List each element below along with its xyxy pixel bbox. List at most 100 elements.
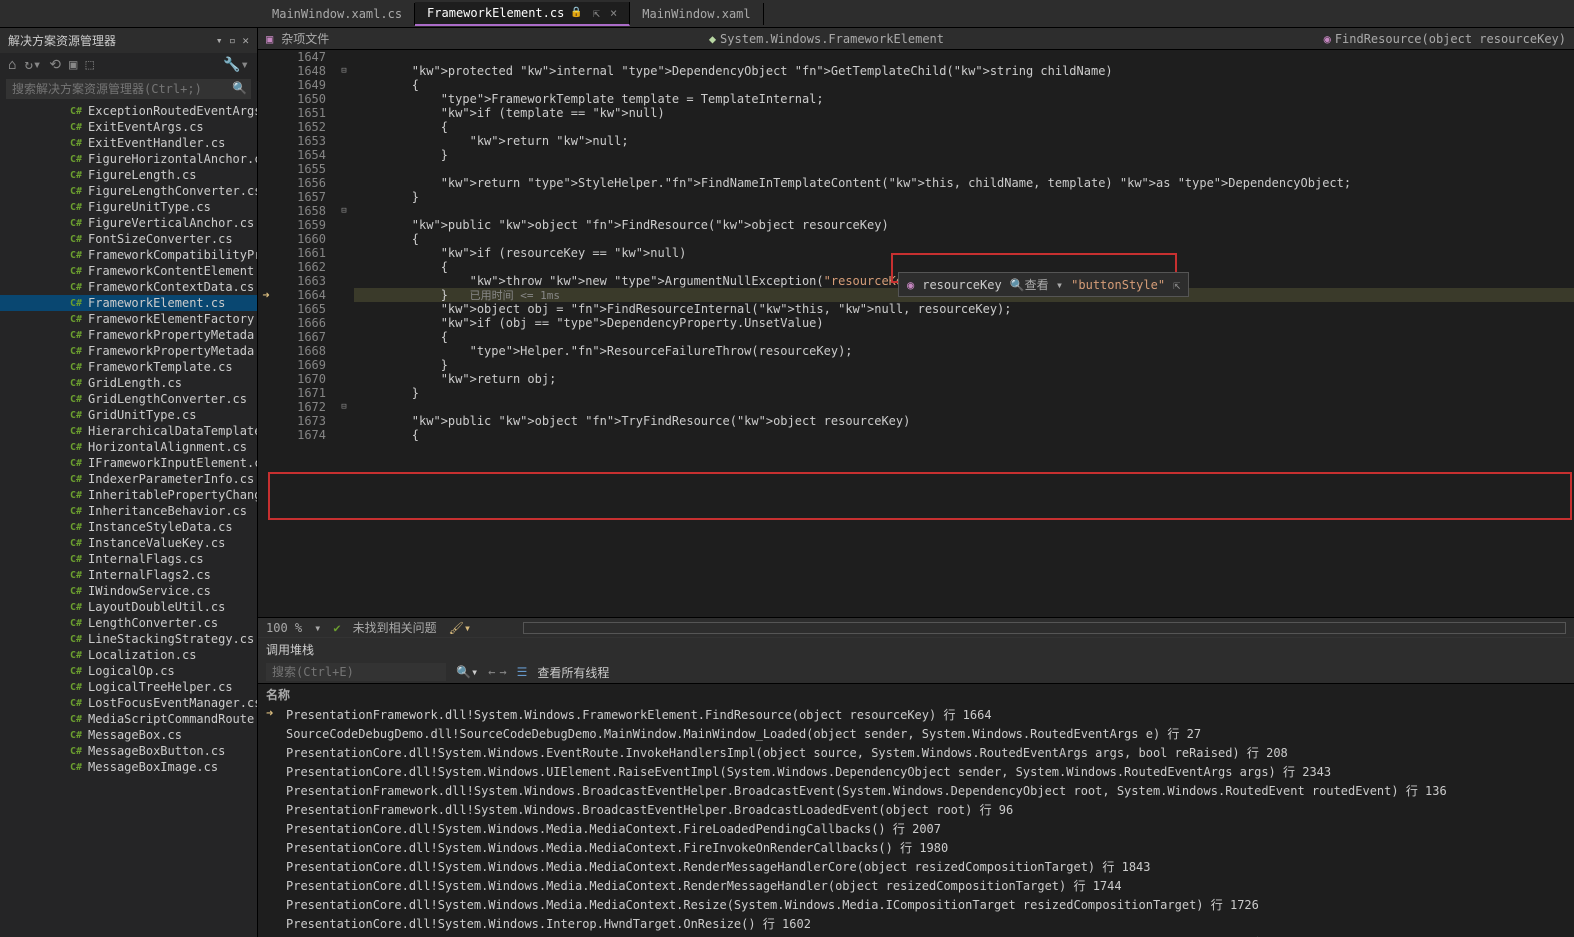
view-dropdown[interactable]: 🔍查看 ▾ [1010, 276, 1063, 293]
tab-mainwindow-cs[interactable]: MainWindow.xaml.cs [260, 3, 415, 25]
tree-file-item[interactable]: C#FrameworkElement.cs [0, 295, 257, 311]
callstack-frame[interactable]: PresentationCore.dll!System.Windows.Even… [258, 743, 1574, 762]
tree-file-item[interactable]: C#InheritablePropertyChangeI [0, 487, 257, 503]
callstack-frame[interactable]: PresentationCore.dll!System.Windows.Inte… [258, 933, 1574, 937]
code-editor[interactable]: ➜ 16471648164916501651165216531654165516… [258, 50, 1574, 617]
search-icon[interactable]: 🔍▾ [456, 665, 478, 679]
tree-file-item[interactable]: C#FrameworkElementFactory.c [0, 311, 257, 327]
code-line[interactable]: "type">Helper."fn">ResourceFailureThrow(… [354, 344, 1574, 358]
tree-file-item[interactable]: C#InheritanceBehavior.cs [0, 503, 257, 519]
tree-file-item[interactable]: C#FigureVerticalAnchor.cs [0, 215, 257, 231]
column-header-name[interactable]: 名称 [258, 684, 1574, 705]
tree-file-item[interactable]: C#MediaScriptCommandRoute [0, 711, 257, 727]
code-line[interactable]: "kw">object obj = "fn">FindResourceInter… [354, 302, 1574, 316]
tree-file-item[interactable]: C#InternalFlags.cs [0, 551, 257, 567]
search-input[interactable] [6, 79, 251, 99]
search-icon[interactable]: 🔍 [232, 81, 247, 95]
code-line[interactable]: } [354, 148, 1574, 162]
wrench-icon[interactable]: 🔧▾ [223, 57, 249, 73]
breadcrumb-member[interactable]: ◉ FindResource(object resourceKey) [1324, 32, 1566, 46]
code-line[interactable]: "kw">return "kw">null; [354, 134, 1574, 148]
tree-file-item[interactable]: C#LogicalOp.cs [0, 663, 257, 679]
tree-file-item[interactable]: C#HorizontalAlignment.cs [0, 439, 257, 455]
callstack-frame[interactable]: PresentationFramework.dll!System.Windows… [258, 800, 1574, 819]
tree-file-item[interactable]: C#FrameworkPropertyMetada [0, 343, 257, 359]
tree-file-item[interactable]: C#MessageBoxButton.cs [0, 743, 257, 759]
tree-file-item[interactable]: C#FrameworkTemplate.cs [0, 359, 257, 375]
tree-file-item[interactable]: C#MessageBoxImage.cs [0, 759, 257, 775]
code-line[interactable]: "type">FrameworkTemplate template = Temp… [354, 92, 1574, 106]
issues-label[interactable]: 未找到相关问题 [353, 619, 437, 636]
forward-icon[interactable]: → [499, 665, 506, 679]
code-line[interactable]: "kw">public "kw">object "fn">TryFindReso… [354, 414, 1574, 428]
tree-file-item[interactable]: C#FrameworkContextData.cs [0, 279, 257, 295]
pin-icon[interactable]: ⇱ [593, 6, 600, 20]
callstack-frame[interactable]: PresentationCore.dll!System.Windows.UIEl… [258, 762, 1574, 781]
pin-icon[interactable]: ⇱ [1173, 278, 1180, 292]
tree-file-item[interactable]: C#FigureUnitType.cs [0, 199, 257, 215]
callstack-frame[interactable]: PresentationCore.dll!System.Windows.Medi… [258, 819, 1574, 838]
sync-icon[interactable]: ⟲ [49, 57, 61, 73]
tree-file-item[interactable]: C#FigureLengthConverter.cs [0, 183, 257, 199]
tree-file-item[interactable]: C#LengthConverter.cs [0, 615, 257, 631]
tree-file-item[interactable]: C#InstanceStyleData.cs [0, 519, 257, 535]
threads-icon[interactable]: ☰ [517, 665, 528, 679]
debug-datatip[interactable]: ◉ resourceKey 🔍查看 ▾ "buttonStyle" ⇱ [898, 272, 1189, 297]
brush-icon[interactable]: 🖌▾ [449, 621, 471, 635]
code-line[interactable]: "kw">protected "kw">internal "type">Depe… [354, 64, 1574, 78]
tree-file-item[interactable]: C#FrameworkCompatibilityPre [0, 247, 257, 263]
callstack-frame[interactable]: PresentationCore.dll!System.Windows.Medi… [258, 895, 1574, 914]
code-line[interactable]: } [354, 190, 1574, 204]
tree-file-item[interactable]: C#FrameworkContentElement.c [0, 263, 257, 279]
tree-file-item[interactable]: C#ExceptionRoutedEventArgs.c [0, 103, 257, 119]
code-line[interactable]: { [354, 330, 1574, 344]
code-line[interactable]: "kw">public "kw">object "fn">FindResourc… [354, 218, 1574, 232]
tree-file-item[interactable]: C#ExitEventHandler.cs [0, 135, 257, 151]
callstack-frame[interactable]: PresentationFramework.dll!System.Windows… [258, 781, 1574, 800]
file-tree[interactable]: C#ExceptionRoutedEventArgs.cC#ExitEventA… [0, 101, 257, 937]
code-line[interactable] [354, 162, 1574, 176]
code-line[interactable]: } [354, 358, 1574, 372]
code-line[interactable]: { [354, 428, 1574, 442]
callstack-frame[interactable]: PresentationCore.dll!System.Windows.Medi… [258, 838, 1574, 857]
code-line[interactable]: { [354, 78, 1574, 92]
tree-file-item[interactable]: C#LayoutDoubleUtil.cs [0, 599, 257, 615]
code-line[interactable]: "kw">if (template == "kw">null) [354, 106, 1574, 120]
code-line[interactable] [354, 50, 1574, 64]
code-line[interactable]: } [354, 386, 1574, 400]
tree-file-item[interactable]: C#IWindowService.cs [0, 583, 257, 599]
window-controls[interactable]: ▾ ▫ ✕ [216, 34, 249, 47]
tree-file-item[interactable]: C#LineStackingStrategy.cs [0, 631, 257, 647]
home-icon[interactable]: ⌂ [8, 57, 16, 73]
tree-file-item[interactable]: C#GridLengthConverter.cs [0, 391, 257, 407]
tree-file-item[interactable]: C#LostFocusEventManager.cs [0, 695, 257, 711]
callstack-list[interactable]: ➜PresentationFramework.dll!System.Window… [258, 705, 1574, 937]
tab-mainwindow-xaml[interactable]: MainWindow.xaml [630, 3, 763, 25]
tree-file-item[interactable]: C#IFrameworkInputElement.cs [0, 455, 257, 471]
close-icon[interactable]: × [610, 6, 617, 20]
tree-file-item[interactable]: C#ExitEventArgs.cs [0, 119, 257, 135]
tree-file-item[interactable]: C#FigureHorizontalAnchor.cs [0, 151, 257, 167]
tree-file-item[interactable]: C#FrameworkPropertyMetada [0, 327, 257, 343]
callstack-frame[interactable]: PresentationCore.dll!System.Windows.Medi… [258, 857, 1574, 876]
callstack-frame[interactable]: PresentationCore.dll!System.Windows.Inte… [258, 914, 1574, 933]
tree-file-item[interactable]: C#MessageBox.cs [0, 727, 257, 743]
callstack-frame[interactable]: SourceCodeDebugDemo.dll!SourceCodeDebugD… [258, 724, 1574, 743]
tree-file-item[interactable]: C#FontSizeConverter.cs [0, 231, 257, 247]
showall-icon[interactable]: ▣ [69, 57, 77, 73]
code-line[interactable]: "kw">if (obj == "type">DependencyPropert… [354, 316, 1574, 330]
code-line[interactable]: { [354, 120, 1574, 134]
view-all-threads[interactable]: 查看所有线程 [537, 664, 609, 681]
tree-file-item[interactable]: C#GridUnitType.cs [0, 407, 257, 423]
properties-icon[interactable]: ⬚ [85, 57, 93, 73]
code-line[interactable] [354, 400, 1574, 414]
tree-file-item[interactable]: C#LogicalTreeHelper.cs [0, 679, 257, 695]
tree-file-item[interactable]: C#InstanceValueKey.cs [0, 535, 257, 551]
h-scrollbar[interactable] [523, 622, 1566, 634]
tree-file-item[interactable]: C#FigureLength.cs [0, 167, 257, 183]
tree-file-item[interactable]: C#IndexerParameterInfo.cs [0, 471, 257, 487]
tree-file-item[interactable]: C#GridLength.cs [0, 375, 257, 391]
tree-file-item[interactable]: C#InternalFlags2.cs [0, 567, 257, 583]
tab-frameworkelement[interactable]: FrameworkElement.cs 🔒 ⇱ × [415, 2, 630, 26]
breadcrumb-file[interactable]: 杂项文件 [281, 30, 329, 47]
